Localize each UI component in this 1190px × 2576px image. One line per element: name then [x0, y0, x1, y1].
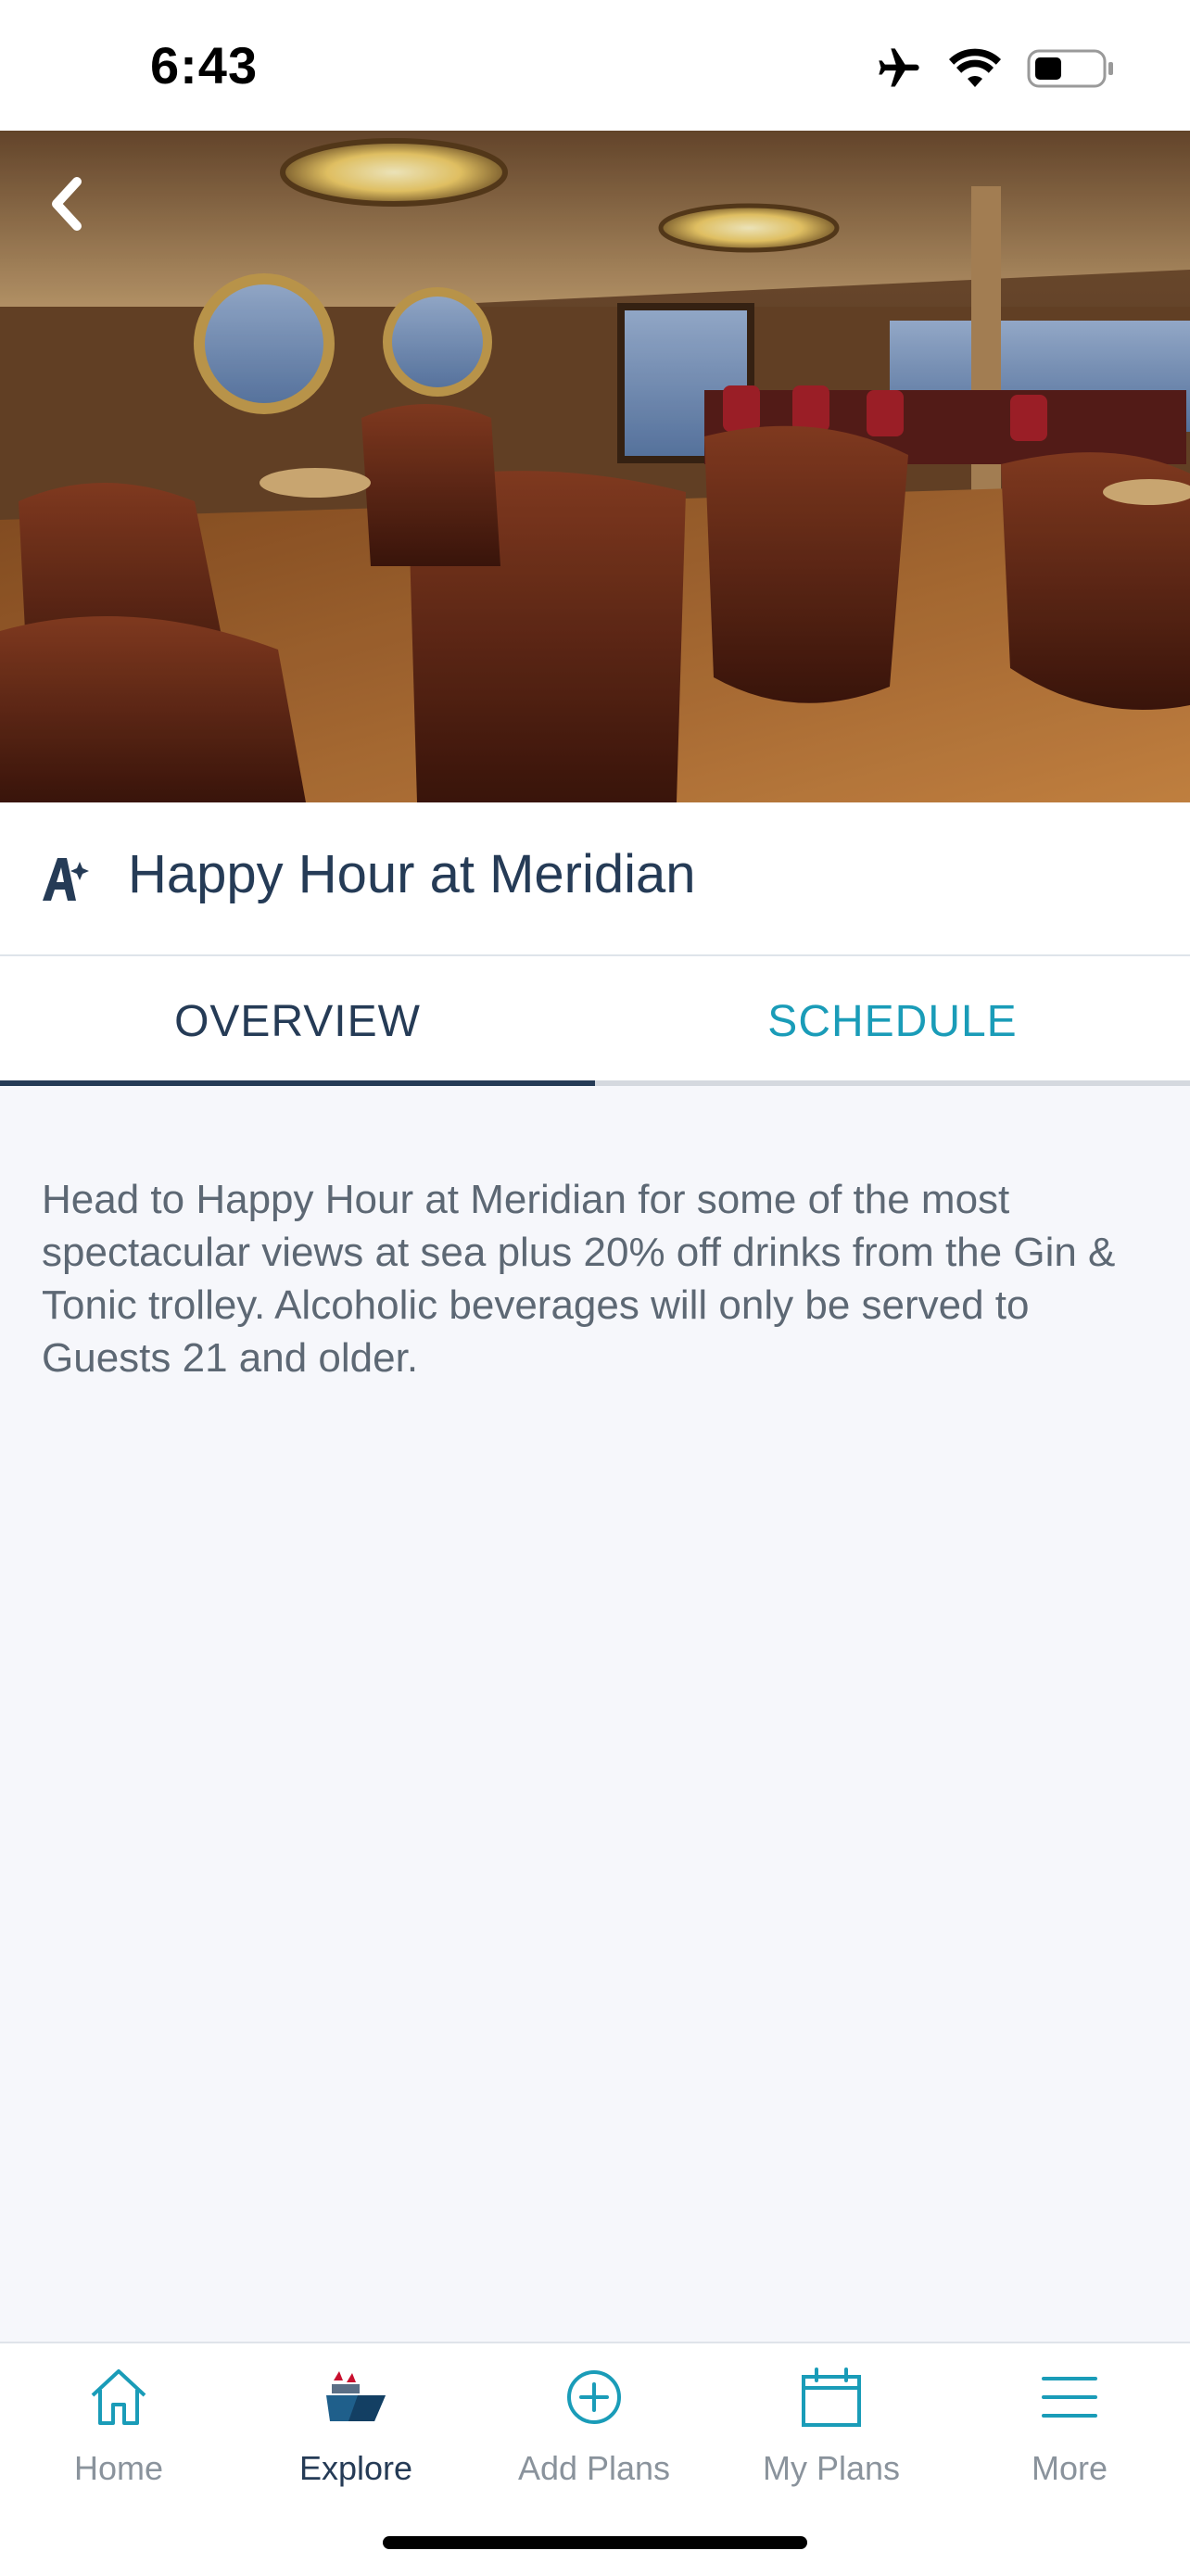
tabbar-item-more[interactable]: More: [951, 2362, 1188, 2510]
chevron-left-icon: [47, 176, 84, 236]
detail-tabs: OVERVIEW SCHEDULE: [0, 956, 1190, 1086]
activity-description: Head to Happy Hour at Meridian for some …: [42, 1177, 1116, 1381]
tabbar-item-explore[interactable]: Explore: [237, 2362, 475, 2510]
tab-schedule[interactable]: SCHEDULE: [595, 956, 1190, 1086]
tabbar-label-my-plans: My Plans: [762, 2449, 901, 2487]
home-indicator: [383, 2536, 807, 2549]
status-time: 6:43: [150, 36, 259, 95]
status-bar: 6:43: [0, 0, 1190, 131]
ship-icon: [321, 2362, 391, 2432]
home-icon: [83, 2362, 154, 2432]
hero-image: [0, 131, 1190, 802]
plus-circle-icon: [559, 2362, 629, 2432]
back-button[interactable]: [37, 171, 95, 240]
wifi-icon: [949, 48, 1001, 89]
tabbar-item-my-plans[interactable]: My Plans: [713, 2362, 950, 2510]
disney-a-sparkle-icon: [39, 852, 91, 904]
battery-icon: [1027, 47, 1116, 90]
activity-header: Happy Hour at Meridian: [0, 802, 1190, 956]
tabbar-label-explore: Explore: [298, 2449, 413, 2487]
page-title: Happy Hour at Meridian: [128, 844, 696, 904]
tabbar-label-add-plans: Add Plans: [517, 2449, 671, 2487]
airplane-icon: [875, 44, 923, 93]
tabbar-item-add-plans[interactable]: Add Plans: [475, 2362, 713, 2510]
calendar-icon: [796, 2362, 867, 2432]
tabbar-label-home: Home: [73, 2449, 164, 2487]
status-icons: [875, 41, 1116, 96]
overview-panel: Head to Happy Hour at Meridian for some …: [0, 1086, 1190, 2342]
tab-overview[interactable]: OVERVIEW: [0, 956, 595, 1086]
tabbar-label-more: More: [1031, 2449, 1108, 2487]
tabbar-item-home[interactable]: Home: [0, 2362, 237, 2510]
menu-icon: [1034, 2362, 1105, 2432]
